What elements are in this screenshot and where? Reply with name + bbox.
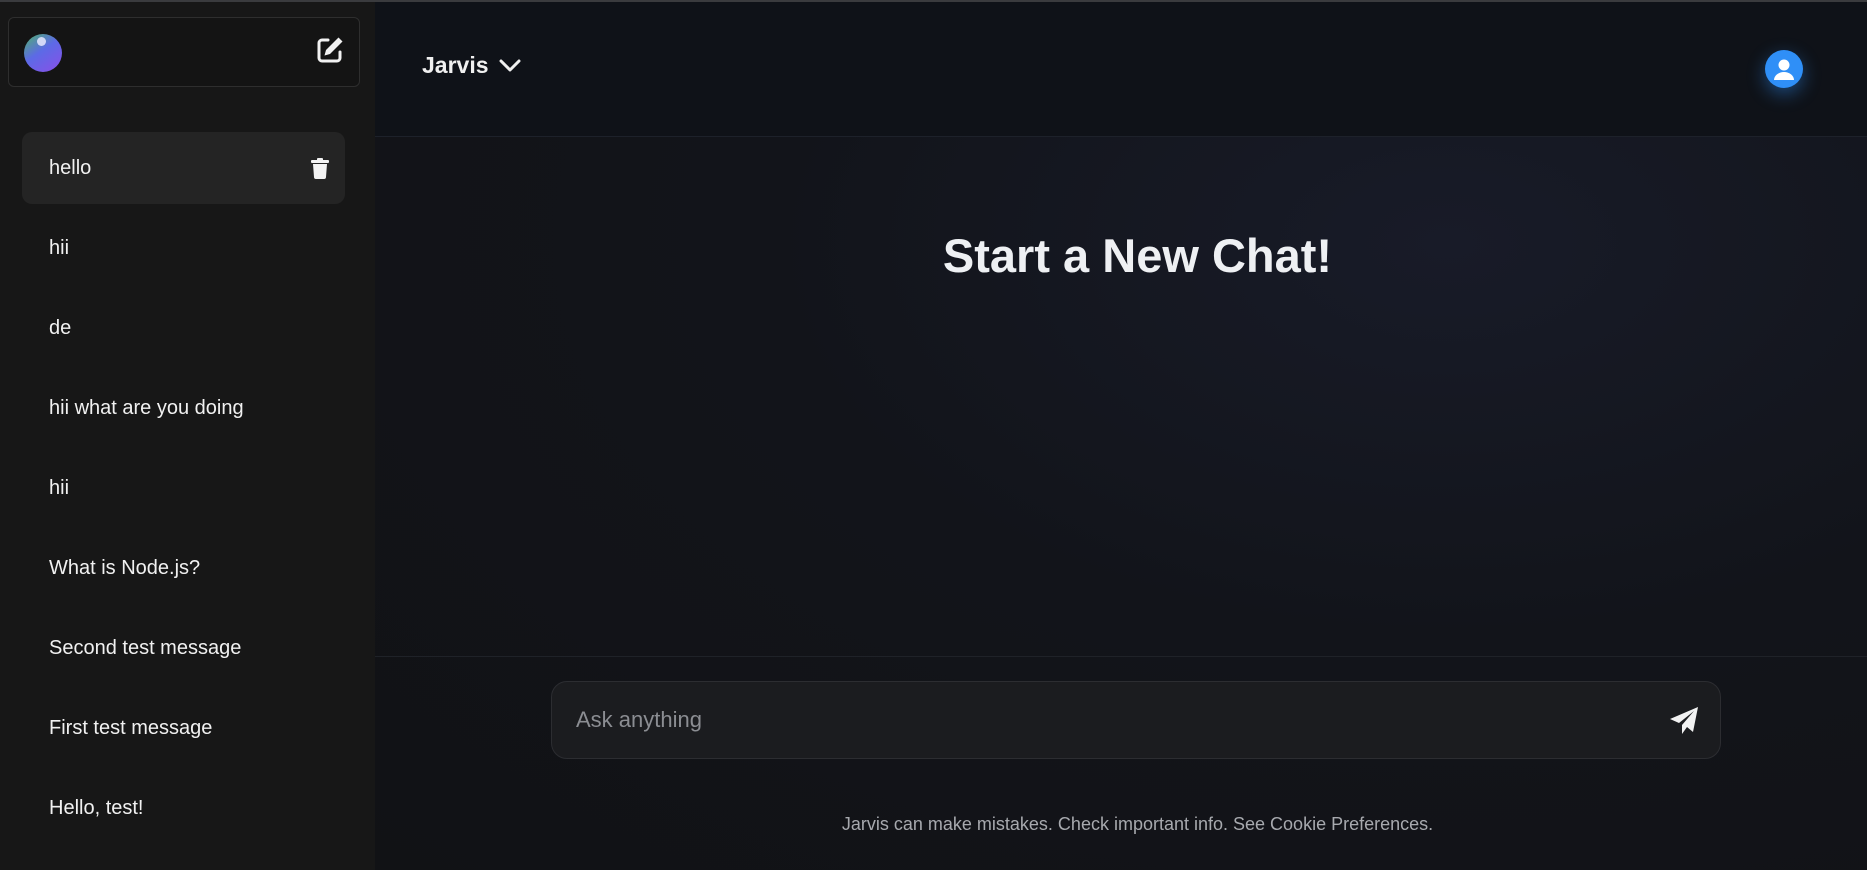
trash-icon (311, 157, 329, 179)
chat-item-label: de (49, 316, 72, 339)
main-panel: Jarvis Start a New Chat! Ask anything Ja… (375, 0, 1867, 870)
sidebar-header (8, 17, 360, 87)
chat-item-label: What is Node.js? (49, 556, 201, 579)
chat-item[interactable]: What is Node.js? (22, 532, 345, 604)
chat-item-label: hello (49, 156, 92, 179)
chat-item[interactable]: hii (22, 212, 345, 284)
chat-item-label: hii (49, 476, 70, 499)
chat-item-label: Hello, test! (49, 796, 144, 819)
chat-item[interactable]: de (22, 292, 345, 364)
paper-plane-icon (1670, 707, 1698, 734)
chat-item[interactable]: hii what are you doing (22, 372, 345, 444)
user-avatar-button[interactable] (1765, 50, 1803, 88)
delete-chat-button[interactable] (309, 156, 331, 180)
app-root: hello hii de hii what are you doing hii … (0, 0, 1867, 870)
window-top-border (0, 0, 1867, 2)
chat-history-list: hello hii de hii what are you doing hii … (22, 132, 345, 852)
model-selector[interactable]: Jarvis (422, 52, 521, 79)
composer-divider (375, 656, 1867, 657)
chat-item-label: hii what are you doing (49, 396, 244, 419)
new-chat-button[interactable] (313, 33, 347, 67)
chat-item[interactable]: First test message (22, 692, 345, 764)
page-title: Start a New Chat! (942, 229, 1333, 282)
chat-item-label: hii (49, 236, 70, 259)
edit-icon (317, 37, 343, 63)
chat-item-label: Second test message (49, 636, 242, 659)
app-logo (24, 34, 62, 72)
chat-item[interactable]: Second test message (22, 612, 345, 684)
chat-item[interactable]: hii (22, 452, 345, 524)
top-bar: Jarvis (375, 0, 1867, 137)
disclaimer-text: Jarvis can make mistakes. Check importan… (841, 814, 1434, 834)
sidebar: hello hii de hii what are you doing hii … (0, 0, 375, 870)
user-icon (1774, 59, 1794, 80)
model-name: Jarvis (422, 52, 489, 78)
chevron-down-icon (499, 59, 521, 73)
message-input[interactable] (576, 682, 1636, 758)
send-button[interactable] (1666, 703, 1702, 739)
chat-item[interactable]: hello (22, 132, 345, 204)
chat-item[interactable]: Hello, test! (22, 772, 345, 844)
message-composer (551, 681, 1721, 759)
chat-item-label: First test message (49, 716, 213, 739)
